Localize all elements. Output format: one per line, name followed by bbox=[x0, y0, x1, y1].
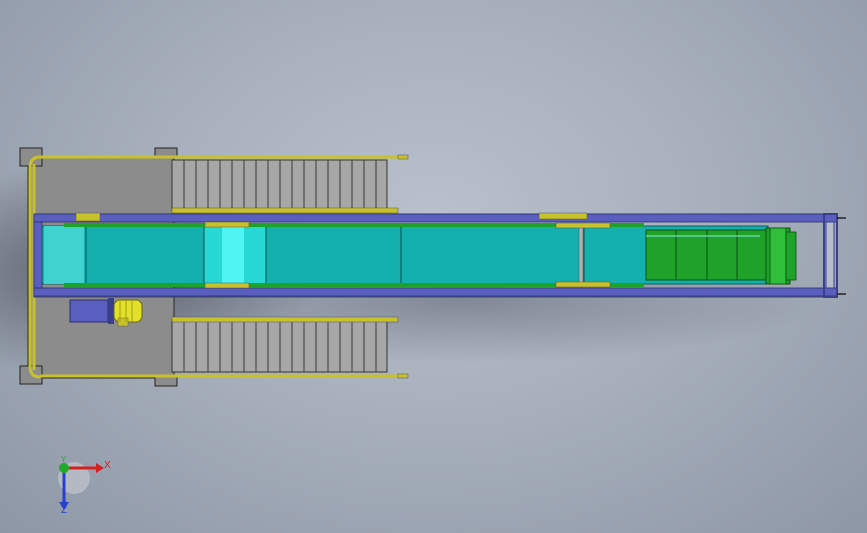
z-axis-label: Z bbox=[61, 505, 67, 514]
x-axis-head bbox=[96, 463, 104, 473]
coordinate-triad: X Y Z bbox=[58, 455, 111, 514]
x-axis-label: X bbox=[104, 460, 111, 471]
upper-stair[interactable] bbox=[171, 159, 399, 214]
drive-motor[interactable] bbox=[69, 298, 143, 327]
3d-model-viewport[interactable]: X Y Z bbox=[0, 0, 867, 533]
y-axis-label: Y bbox=[61, 455, 67, 464]
lower-stair[interactable] bbox=[171, 316, 399, 373]
y-axis-dot bbox=[59, 463, 69, 473]
conveyor-assembly-model[interactable] bbox=[0, 0, 867, 533]
discharge-section[interactable] bbox=[645, 227, 797, 285]
